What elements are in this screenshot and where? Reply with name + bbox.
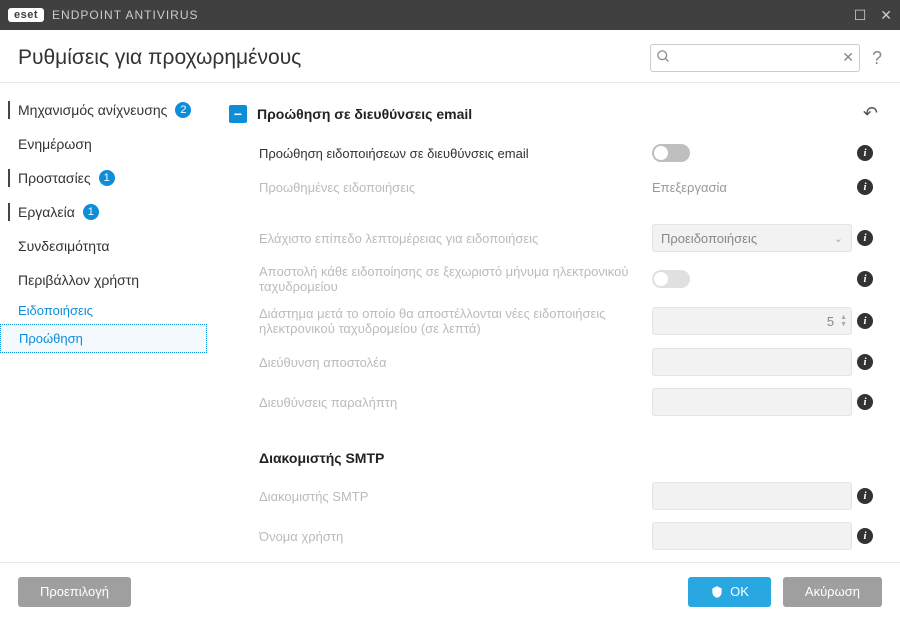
row-forwarded-notifications: Προωθημένες ειδοποιήσεις Επεξεργασία i (229, 170, 878, 204)
page-title: Ρυθμίσεις για προχωρημένους (18, 46, 301, 70)
select-min-verbosity[interactable]: Προειδοποιήσεις ⌄ (652, 224, 852, 252)
toggle-send-each[interactable] (652, 270, 690, 288)
row-sender-address: Διεύθυνση αποστολέα i (229, 342, 878, 382)
info-icon[interactable]: i (852, 488, 878, 504)
ok-label: ΟΚ (730, 584, 749, 599)
info-icon[interactable]: i (852, 179, 878, 195)
input-smtp-server[interactable] (652, 482, 852, 510)
row-send-each-separate: Αποστολή κάθε ειδοποίησης σε ξεχωριστό μ… (229, 258, 878, 300)
sidebar-item-label: Προστασίες (18, 170, 91, 186)
window-maximize-icon[interactable]: ☐ (854, 7, 867, 24)
label-forward-enable: Προώθηση ειδοποιήσεων σε διευθύνσεις ema… (259, 146, 652, 161)
input-sender[interactable] (652, 348, 852, 376)
input-recipients[interactable] (652, 388, 852, 416)
toggle-forward-enable[interactable] (652, 144, 690, 162)
label-sender: Διεύθυνση αποστολέα (259, 355, 652, 370)
sidebar-badge: 1 (83, 204, 99, 220)
stepper-up-icon[interactable]: ▲ (840, 314, 847, 321)
stepper-down-icon[interactable]: ▼ (840, 321, 847, 328)
sidebar-item-label: Συνδεσιμότητα (18, 238, 110, 254)
sidebar-badge: 1 (99, 170, 115, 186)
sidebar-item-detection-engine[interactable]: Μηχανισμός ανίχνευσης 2 (0, 93, 207, 127)
info-icon[interactable]: i (852, 354, 878, 370)
header: Ρυθμίσεις για προχωρημένους ✕ ? (0, 30, 900, 83)
subsection-title-smtp: Διακομιστής SMTP (259, 450, 878, 466)
brand-logo: eset (8, 8, 44, 22)
info-icon[interactable]: i (852, 271, 878, 287)
info-icon[interactable]: i (852, 394, 878, 410)
sidebar-item-user-interface[interactable]: Περιβάλλον χρήστη (0, 263, 207, 297)
input-value: 5 (827, 314, 834, 329)
sidebar-item-label: Ενημέρωση (18, 136, 92, 152)
sidebar-item-protections[interactable]: Προστασίες 1 (0, 161, 207, 195)
row-min-verbosity: Ελάχιστο επίπεδο λεπτομέρειας για ειδοπο… (229, 218, 878, 258)
info-icon[interactable]: i (852, 230, 878, 246)
label-send-each: Αποστολή κάθε ειδοποίησης σε ξεχωριστό μ… (259, 264, 652, 294)
search-icon (656, 49, 671, 67)
row-recipient-addresses: Διευθύνσεις παραλήπτη i (229, 382, 878, 422)
row-smtp-username: Όνομα χρήστη i (229, 516, 878, 554)
help-icon[interactable]: ? (872, 48, 882, 69)
info-icon[interactable]: i (852, 528, 878, 544)
settings-panel: − Προώθηση σε διευθύνσεις email ↶ Προώθη… (215, 91, 892, 554)
info-icon[interactable]: i (852, 145, 878, 161)
label-smtp-username: Όνομα χρήστη (259, 529, 652, 544)
input-smtp-username[interactable] (652, 522, 852, 550)
label-min-verbosity: Ελάχιστο επίπεδο λεπτομέρειας για ειδοπο… (259, 231, 652, 246)
section-collapse-button[interactable]: − (229, 105, 247, 123)
chevron-down-icon: ⌄ (834, 232, 843, 245)
label-smtp-server: Διακομιστής SMTP (259, 489, 652, 504)
search-input[interactable] (650, 44, 860, 72)
row-smtp-server: Διακομιστής SMTP i (229, 476, 878, 516)
row-forward-enable: Προώθηση ειδοποιήσεων σε διευθύνσεις ema… (229, 136, 878, 170)
sidebar-item-update[interactable]: Ενημέρωση (0, 127, 207, 161)
footer: Προεπιλογή ΟΚ Ακύρωση (0, 562, 900, 620)
shield-icon (710, 585, 724, 599)
sidebar-subitem-notifications[interactable]: Ειδοποιήσεις (0, 297, 207, 324)
edit-forwarded-link[interactable]: Επεξεργασία (652, 180, 727, 195)
sidebar-subitem-forwarding[interactable]: Προώθηση (0, 324, 207, 353)
sidebar-item-label: Περιβάλλον χρήστη (18, 272, 139, 288)
sidebar-item-label: Εργαλεία (18, 204, 75, 220)
input-interval[interactable]: 5 ▲ ▼ (652, 307, 852, 335)
row-interval: Διάστημα μετά το οποίο θα αποστέλλονται … (229, 300, 878, 342)
ok-button[interactable]: ΟΚ (688, 577, 771, 607)
label-interval: Διάστημα μετά το οποίο θα αποστέλλονται … (259, 306, 652, 336)
sidebar: Μηχανισμός ανίχνευσης 2 Ενημέρωση Προστα… (0, 83, 215, 562)
sidebar-item-label: Μηχανισμός ανίχνευσης (18, 102, 167, 118)
cancel-button[interactable]: Ακύρωση (783, 577, 882, 607)
info-icon[interactable]: i (852, 313, 878, 329)
label-recipients: Διευθύνσεις παραλήπτη (259, 395, 652, 410)
revert-icon[interactable]: ↶ (863, 103, 878, 124)
sidebar-item-connectivity[interactable]: Συνδεσιμότητα (0, 229, 207, 263)
sidebar-item-tools[interactable]: Εργαλεία 1 (0, 195, 207, 229)
titlebar: eset ENDPOINT ANTIVIRUS ☐ ✕ (0, 0, 900, 30)
clear-search-icon[interactable]: ✕ (842, 49, 854, 66)
select-value: Προειδοποιήσεις (661, 231, 757, 246)
default-button[interactable]: Προεπιλογή (18, 577, 131, 607)
section-title: Προώθηση σε διευθύνσεις email (257, 106, 472, 122)
product-name: ENDPOINT ANTIVIRUS (52, 8, 198, 22)
sidebar-badge: 2 (175, 102, 191, 118)
window-close-icon[interactable]: ✕ (880, 7, 892, 24)
label-forwarded-notifications: Προωθημένες ειδοποιήσεις (259, 180, 652, 195)
